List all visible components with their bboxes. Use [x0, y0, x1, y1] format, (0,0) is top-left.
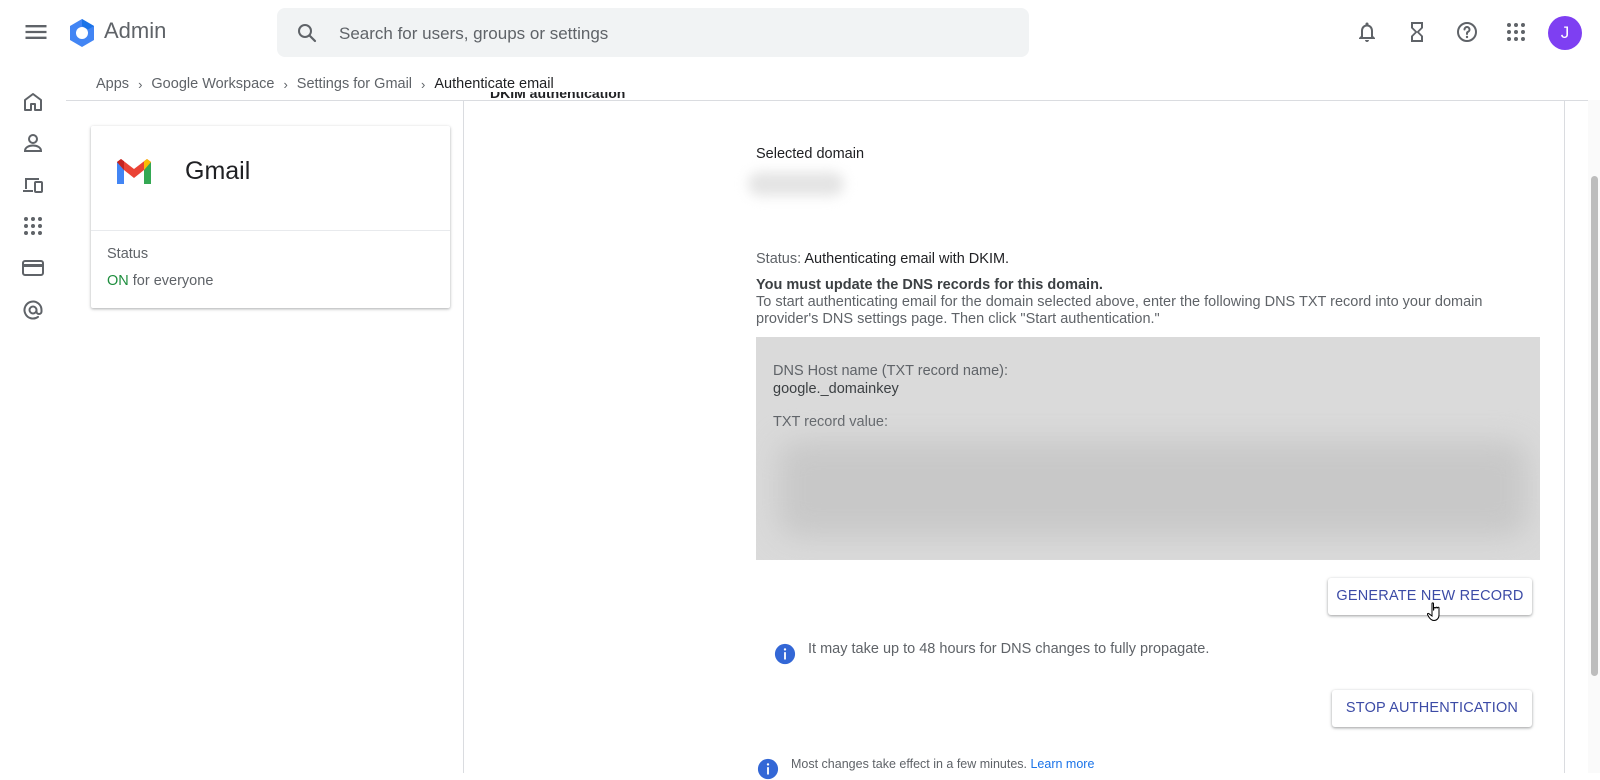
app-summary-card: Gmail Status ON for everyone [91, 126, 450, 308]
hourglass-icon[interactable] [1405, 20, 1429, 44]
search-bar[interactable] [277, 8, 1029, 59]
dns-host-label: DNS Host name (TXT record name): [773, 363, 1009, 379]
search-icon[interactable] [295, 21, 319, 45]
selected-domain-value[interactable] [748, 172, 844, 196]
panel-left-border [463, 100, 464, 773]
card-divider [91, 230, 450, 231]
footer-note-text: Most changes take effect in a few minute… [791, 757, 1031, 771]
scrollbar-thumb[interactable] [1591, 176, 1598, 676]
chevron-right-icon: › [421, 76, 426, 92]
must-update-notice: You must update the DNS records for this… [756, 277, 1103, 293]
info-icon [757, 758, 779, 780]
txt-value-label: TXT record value: [773, 414, 888, 430]
status-suffix: for everyone [128, 273, 214, 289]
app-title[interactable]: Admin [104, 18, 166, 44]
learn-more-link[interactable]: Learn more [1030, 757, 1094, 771]
dkim-status: Status: Authenticating email with DKIM. [756, 251, 1009, 267]
status-label: Status [107, 246, 149, 262]
chevron-right-icon: › [283, 76, 288, 92]
info-icon [774, 643, 796, 665]
main-menu-icon[interactable] [20, 18, 52, 46]
dns-record-box: DNS Host name (TXT record name): google.… [756, 337, 1540, 560]
breadcrumb-apps[interactable]: Apps [96, 76, 129, 92]
apps-icon[interactable] [21, 214, 45, 238]
dns-instructions: To start authenticating email for the do… [756, 294, 1483, 327]
breadcrumb: Apps › Google Workspace › Settings for G… [96, 74, 554, 94]
top-bar: Admin J [0, 0, 1600, 64]
search-input[interactable] [337, 8, 1001, 59]
devices-icon[interactable] [21, 172, 45, 196]
breadcrumb-google-workspace[interactable]: Google Workspace [151, 76, 274, 92]
billing-icon[interactable] [21, 256, 45, 280]
panel-right-border [1564, 100, 1565, 773]
breadcrumb-settings-for-gmail[interactable]: Settings for Gmail [297, 76, 412, 92]
status-on-text: ON [107, 273, 129, 289]
breadcrumb-divider [66, 100, 1600, 101]
dkim-status-label: Status: [756, 251, 805, 267]
account-at-icon[interactable] [21, 298, 45, 322]
chevron-right-icon: › [138, 76, 143, 92]
apps-grid-icon[interactable] [1504, 20, 1528, 44]
home-icon[interactable] [21, 90, 45, 114]
breadcrumb-current: Authenticate email [434, 76, 554, 92]
user-icon[interactable] [21, 131, 45, 155]
status-value[interactable]: ON for everyone [107, 273, 213, 289]
app-card-title: Gmail [185, 157, 251, 185]
dns-host-value: google._domainkey [773, 381, 899, 397]
dkim-status-value: Authenticating email with DKIM. [804, 251, 1010, 267]
admin-logo-icon[interactable] [66, 17, 98, 49]
gmail-logo-icon [117, 159, 151, 184]
vertical-scrollbar[interactable] [1588, 100, 1600, 773]
selected-domain-label: Selected domain [756, 146, 865, 162]
help-icon[interactable] [1455, 20, 1479, 44]
propagation-note: It may take up to 48 hours for DNS chang… [808, 641, 1210, 657]
stop-authentication-button[interactable]: STOP AUTHENTICATION [1332, 690, 1532, 727]
changes-footer-note: Most changes take effect in a few minute… [791, 757, 1094, 771]
avatar[interactable]: J [1548, 16, 1582, 50]
txt-record-value[interactable] [778, 441, 1528, 537]
bell-icon[interactable] [1355, 20, 1379, 44]
hand-cursor-icon [1427, 602, 1440, 622]
